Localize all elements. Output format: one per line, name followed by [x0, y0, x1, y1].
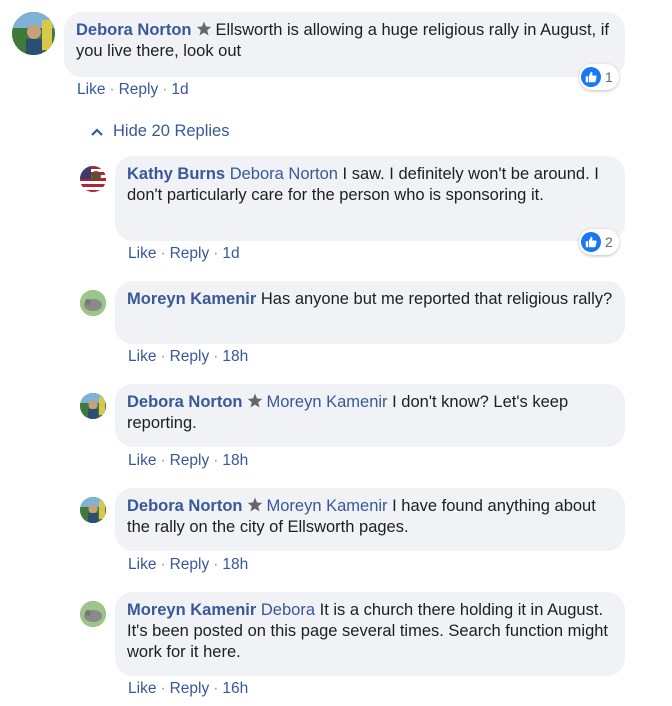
- like-link[interactable]: Like: [77, 81, 105, 98]
- like-link[interactable]: Like: [128, 680, 156, 697]
- thumbs-up-icon: [581, 232, 601, 252]
- comment-bubble: Debora Norton Ellsworth is allowing a hug…: [64, 12, 625, 77]
- timestamp[interactable]: 18h: [222, 348, 248, 365]
- timestamp[interactable]: 1d: [171, 81, 188, 98]
- comment-author[interactable]: Moreyn Kamenir: [127, 601, 256, 619]
- comment-bubble: Moreyn Kamenir Debora It is a church the…: [115, 592, 625, 676]
- timestamp[interactable]: 18h: [222, 556, 248, 573]
- reaction-count[interactable]: 2: [579, 229, 619, 255]
- timestamp[interactable]: 18h: [222, 452, 248, 469]
- comment-actions: Like · Reply · 18h: [128, 452, 248, 470]
- mention-link[interactable]: Debora: [261, 601, 315, 619]
- chevron-up-icon: [89, 124, 105, 140]
- separator: ·: [213, 452, 219, 469]
- separator: ·: [160, 452, 166, 469]
- avatar[interactable]: [80, 393, 106, 419]
- like-link[interactable]: Like: [128, 348, 156, 365]
- main-comment: Debora Norton Ellsworth is allowing a hug…: [0, 0, 672, 105]
- separator: ·: [162, 81, 168, 98]
- top-fan-star-icon: [195, 20, 213, 38]
- comment-author[interactable]: Kathy Burns: [127, 165, 225, 183]
- separator: ·: [160, 348, 166, 365]
- like-link[interactable]: Like: [128, 245, 156, 262]
- top-fan-star-icon: [246, 392, 264, 410]
- comment-actions: Like · Reply · 1d: [128, 245, 240, 263]
- comment-bubble: Debora Norton Moreyn Kamenir I have found…: [115, 488, 625, 551]
- comment-actions: Like · Reply · 16h: [128, 680, 248, 698]
- separator: ·: [213, 680, 219, 697]
- comment-author[interactable]: Debora Norton: [127, 497, 243, 515]
- reply-link[interactable]: Reply: [170, 452, 210, 469]
- comment-author[interactable]: Debora Norton: [127, 393, 243, 411]
- comment-actions: Like · Reply · 1d: [77, 81, 189, 99]
- thumbs-up-icon: [581, 67, 601, 87]
- top-fan-star-icon: [246, 496, 264, 514]
- like-link[interactable]: Like: [128, 556, 156, 573]
- hide-replies-label: Hide 20 Replies: [113, 122, 230, 140]
- reply-link[interactable]: Reply: [170, 556, 210, 573]
- comment-bubble: Debora Norton Moreyn Kamenir I don't know…: [115, 384, 625, 447]
- comment-author[interactable]: Moreyn Kamenir: [127, 290, 256, 308]
- reaction-count-number: 1: [605, 69, 613, 85]
- separator: ·: [160, 556, 166, 573]
- comment-actions: Like · Reply · 18h: [128, 348, 248, 366]
- like-link[interactable]: Like: [128, 452, 156, 469]
- comment-bubble: Moreyn Kamenir Has anyone but me reporte…: [115, 281, 625, 344]
- reply-link[interactable]: Reply: [119, 81, 159, 98]
- separator: ·: [213, 245, 219, 262]
- avatar[interactable]: [12, 12, 55, 55]
- reply-link[interactable]: Reply: [170, 348, 210, 365]
- timestamp[interactable]: 1d: [222, 245, 239, 262]
- reply-link[interactable]: Reply: [170, 680, 210, 697]
- separator: ·: [213, 556, 219, 573]
- timestamp[interactable]: 16h: [222, 680, 248, 697]
- avatar[interactable]: [80, 166, 106, 192]
- mention-link[interactable]: Debora Norton: [230, 165, 338, 183]
- mention-link[interactable]: Moreyn Kamenir: [267, 497, 388, 515]
- avatar[interactable]: [80, 601, 106, 627]
- comment-bubble: Kathy Burns Debora Norton I saw. I defin…: [115, 156, 625, 241]
- separator: ·: [109, 81, 115, 98]
- comment-text: Has anyone but me reported that religiou…: [260, 290, 613, 308]
- separator: ·: [160, 245, 166, 262]
- comment-actions: Like · Reply · 18h: [128, 556, 248, 574]
- avatar[interactable]: [80, 290, 106, 316]
- comment-author[interactable]: Debora Norton: [76, 21, 192, 39]
- avatar[interactable]: [80, 497, 106, 523]
- reaction-count[interactable]: 1: [579, 64, 619, 90]
- reply-link[interactable]: Reply: [170, 245, 210, 262]
- mention-link[interactable]: Moreyn Kamenir: [267, 393, 388, 411]
- separator: ·: [160, 680, 166, 697]
- hide-replies-button[interactable]: Hide 20 Replies: [89, 122, 229, 141]
- reaction-count-number: 2: [605, 234, 613, 250]
- separator: ·: [213, 348, 219, 365]
